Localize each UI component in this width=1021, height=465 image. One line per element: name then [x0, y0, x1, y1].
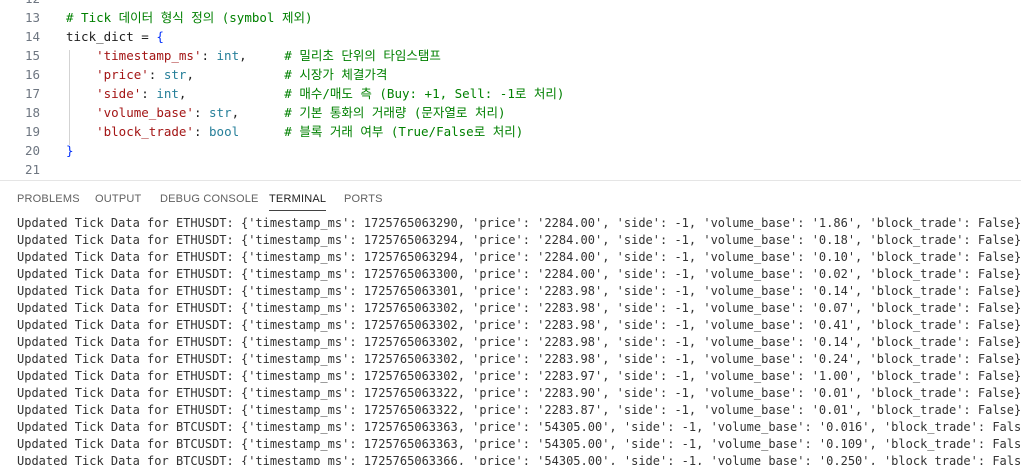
- code-line: 17 'side': int, # 매수/매도 측 (Buy: +1, Sell…: [0, 84, 1021, 103]
- code-text: }: [66, 141, 74, 160]
- terminal-line: Updated Tick Data for ETHUSDT: {'timesta…: [17, 301, 1021, 315]
- terminal-line: Updated Tick Data for ETHUSDT: {'timesta…: [17, 335, 1021, 349]
- tab-terminal[interactable]: TERMINAL: [269, 181, 327, 215]
- code-token: # 매수/매도 측 (Buy: +1, Sell: -1로 처리): [284, 86, 565, 101]
- code-token: int: [156, 86, 179, 101]
- terminal-line: Updated Tick Data for ETHUSDT: {'timesta…: [17, 267, 1021, 281]
- line-number: 18: [24, 105, 40, 120]
- terminal-line: Updated Tick Data for ETHUSDT: {'timesta…: [17, 386, 1021, 400]
- code-token: # 블록 거래 여부 (True/False로 처리): [284, 124, 524, 139]
- code-token: # 시장가 체결가격: [284, 67, 388, 82]
- terminal-line: Updated Tick Data for BTCUSDT: {'timesta…: [17, 420, 1021, 434]
- terminal-line: Updated Tick Data for ETHUSDT: {'timesta…: [17, 250, 1021, 264]
- line-number: 12: [0, 0, 40, 8]
- line-number: 17: [24, 86, 40, 101]
- code-line: 18 'volume_base': str, # 기본 통화의 거래량 (문자열…: [0, 103, 1021, 122]
- terminal-line: Updated Tick Data for ETHUSDT: {'timesta…: [17, 369, 1021, 383]
- code-token: 'block_trade': [96, 124, 194, 139]
- code-token: ,: [186, 67, 285, 82]
- terminal-line: Updated Tick Data for ETHUSDT: {'timesta…: [17, 403, 1021, 417]
- code-token: # Tick 데이터 형식 정의 (symbol 제외): [66, 10, 313, 25]
- code-line: 16 'price': str, # 시장가 체결가격: [0, 65, 1021, 84]
- code-editor[interactable]: 12 13 # Tick 데이터 형식 정의 (symbol 제외) 14 tick_d…: [0, 0, 1021, 180]
- code-token: ,: [178, 86, 285, 101]
- code-text: 'price': str, # 시장가 체결가격: [66, 65, 387, 84]
- code-token: # 기본 통화의 거래량 (문자열로 처리): [284, 105, 506, 120]
- code-token: 'side': [96, 86, 142, 101]
- terminal-line: Updated Tick Data for ETHUSDT: {'timesta…: [17, 352, 1021, 366]
- line-number: 13: [24, 10, 40, 25]
- code-token: {: [156, 29, 164, 44]
- code-text: 'volume_base': str, # 기본 통화의 거래량 (문자열로 처…: [66, 103, 506, 122]
- code-token: }: [66, 143, 74, 158]
- code-line: 19 'block_trade': bool # 블록 거래 여부 (True/…: [0, 122, 1021, 141]
- code-text: # Tick 데이터 형식 정의 (symbol 제외): [66, 8, 313, 27]
- code-token: :: [193, 124, 210, 139]
- tab-output[interactable]: OUTPUT: [95, 181, 141, 215]
- code-token: 'volume_base': [96, 105, 194, 120]
- code-token: :: [193, 105, 210, 120]
- code-line: 15 'timestamp_ms': int, # 밀리초 단위의 타임스탬프: [0, 46, 1021, 65]
- code-token: # 밀리초 단위의 타임스탬프: [284, 48, 441, 63]
- line-number: 15: [24, 48, 40, 63]
- terminal-line: Updated Tick Data for ETHUSDT: {'timesta…: [17, 216, 1021, 230]
- code-line: 14 tick_dict = {: [0, 27, 1021, 46]
- tab-ports[interactable]: PORTS: [344, 181, 383, 215]
- bottom-panel: PROBLEMS OUTPUT DEBUG CONSOLE TERMINAL P…: [0, 180, 1021, 465]
- code-line: 20}: [0, 141, 1021, 160]
- line-number: 19: [24, 124, 40, 139]
- code-token: str: [163, 67, 187, 82]
- terminal-line: Updated Tick Data for BTCUSDT: {'timesta…: [17, 437, 1021, 451]
- terminal-line: Updated Tick Data for ETHUSDT: {'timesta…: [17, 284, 1021, 298]
- code-token: str: [209, 105, 232, 120]
- line-number: 21: [24, 162, 40, 177]
- code-line: 13 # Tick 데이터 형식 정의 (symbol 제외): [0, 8, 1021, 27]
- code-text: tick_dict = {: [66, 27, 164, 46]
- tab-debug-console[interactable]: DEBUG CONSOLE: [160, 181, 259, 215]
- code-token: 'timestamp_ms': [96, 48, 202, 63]
- code-token: ,: [231, 105, 285, 120]
- panel-tabs: PROBLEMS OUTPUT DEBUG CONSOLE TERMINAL P…: [0, 181, 1021, 215]
- line-number: 14: [24, 29, 40, 44]
- terminal-output[interactable]: Updated Tick Data for ETHUSDT: {'timesta…: [17, 215, 1021, 465]
- code-token: int: [216, 48, 240, 63]
- code-token: :: [201, 48, 217, 63]
- code-token: ,: [239, 48, 285, 63]
- code-token: tick_dict =: [66, 29, 157, 44]
- code-line: 21: [0, 160, 1021, 179]
- line-number: 16: [24, 67, 40, 82]
- terminal-line: Updated Tick Data for ETHUSDT: {'timesta…: [17, 233, 1021, 247]
- line-number: 20: [24, 143, 40, 158]
- code-text: 'block_trade': bool # 블록 거래 여부 (True/Fal…: [66, 122, 523, 141]
- terminal-line: Updated Tick Data for BTCUSDT: {'timesta…: [17, 454, 1021, 465]
- code-token: :: [141, 86, 157, 101]
- code-text: 'side': int, # 매수/매도 측 (Buy: +1, Sell: -…: [66, 84, 564, 103]
- code-token: bool: [209, 124, 240, 139]
- tab-problems[interactable]: PROBLEMS: [17, 181, 80, 215]
- code-text: 'timestamp_ms': int, # 밀리초 단위의 타임스탬프: [66, 46, 441, 65]
- code-line: 12: [0, 0, 1021, 8]
- terminal-line: Updated Tick Data for ETHUSDT: {'timesta…: [17, 318, 1021, 332]
- code-token: :: [148, 67, 164, 82]
- code-token: 'price': [96, 67, 149, 82]
